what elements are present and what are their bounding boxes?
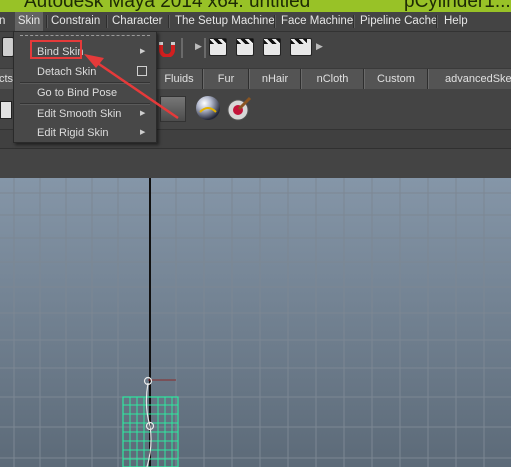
- viewport-header: [0, 149, 511, 178]
- viewport-grid: [0, 178, 511, 467]
- annotation-arrow: [84, 54, 179, 120]
